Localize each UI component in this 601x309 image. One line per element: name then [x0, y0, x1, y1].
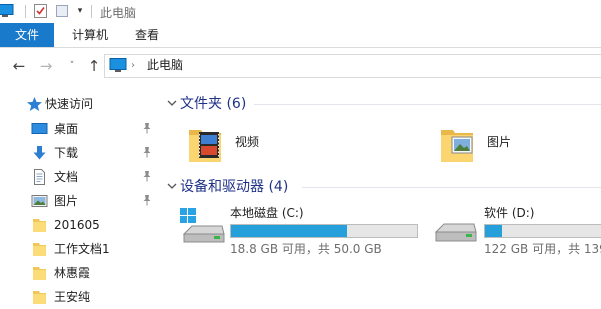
content-pane: 文件夹 (6) 视频 图片 设备和驱动器 (4) 本地磁盘 (C:) 18.8 … [160, 86, 601, 308]
new-folder-icon[interactable] [55, 4, 70, 18]
pin-icon[interactable] [142, 170, 152, 182]
drive-usage-fill [231, 225, 348, 237]
group-divider [302, 187, 601, 188]
collapse-chevron-icon[interactable] [166, 180, 178, 192]
windows-drive-icon [180, 208, 225, 243]
forward-arrow-icon[interactable]: → [38, 57, 54, 75]
group-title: 设备和驱动器 (4) [180, 179, 289, 195]
desktop-icon [31, 123, 48, 134]
navigation-bar: ← → ˅ ↑ › 此电脑 [0, 48, 601, 84]
sidebar-item-pictures[interactable]: 图片 [0, 189, 160, 213]
sidebar-item-desktop[interactable]: 桌面 [0, 117, 160, 141]
hard-drive-icon [434, 223, 477, 242]
drive-tile-c[interactable]: 本地磁盘 (C:) 18.8 GB 可用，共 50.0 GB [178, 206, 418, 258]
sidebar-item-folder-lin[interactable]: 林惠霞 [0, 261, 160, 285]
group-title: 文件夹 (6) [180, 96, 247, 112]
pin-icon[interactable] [142, 146, 152, 158]
drive-name: 本地磁盘 (C:) [230, 206, 304, 220]
group-header-folders[interactable]: 文件夹 (6) [160, 94, 601, 114]
breadcrumb-chevron-icon[interactable]: › [131, 58, 135, 73]
sidebar-item-downloads[interactable]: 下载 [0, 141, 160, 165]
videos-folder-icon [189, 130, 221, 162]
drive-usage-bar [230, 224, 418, 238]
toolbar-separator [25, 5, 26, 18]
back-arrow-icon[interactable]: ← [11, 57, 27, 75]
properties-icon[interactable] [33, 3, 48, 19]
sidebar-item-label: 林惠霞 [54, 266, 91, 280]
drive-name: 软件 (D:) [484, 206, 535, 220]
drive-usage-bar [484, 224, 601, 238]
pictures-folder-icon [441, 130, 473, 162]
ribbon-tabs: 文件 计算机 查看 [0, 23, 601, 48]
customize-toolbar-dropdown-icon[interactable]: ▾ [75, 6, 85, 16]
sidebar-item-quick-access[interactable]: 快速访问 [0, 92, 160, 116]
breadcrumb-this-pc[interactable]: 此电脑 [147, 58, 183, 73]
sidebar-item-label: 图片 [54, 194, 79, 208]
sidebar-item-documents[interactable]: 文档 [0, 165, 160, 189]
folder-name: 图片 [487, 135, 512, 149]
group-header-drives[interactable]: 设备和驱动器 (4) [160, 177, 601, 197]
sidebar-item-label: 文档 [54, 170, 79, 184]
recent-locations-chevron-icon[interactable]: ˅ [64, 57, 80, 75]
star-icon [27, 97, 42, 111]
toolbar-separator [91, 5, 92, 18]
sidebar-item-label: 快速访问 [45, 97, 94, 111]
pictures-icon [31, 195, 48, 207]
folder-tile-videos[interactable]: 视频 [187, 124, 387, 166]
download-icon [33, 146, 46, 160]
sidebar-item-label: 下载 [54, 146, 79, 160]
collapse-chevron-icon[interactable] [166, 97, 178, 109]
title-bar: ▾ 此电脑 [0, 0, 601, 23]
up-arrow-icon[interactable]: ↑ [86, 57, 102, 75]
sidebar-item-work-docs[interactable]: 工作文档1 [0, 237, 160, 261]
sidebar-item-folder-wang[interactable]: 王安纯 [0, 285, 160, 309]
documents-icon [34, 169, 45, 185]
folder-name: 视频 [235, 135, 260, 149]
tab-computer[interactable]: 计算机 [60, 23, 120, 47]
drive-free-space: 18.8 GB 可用，共 50.0 GB [230, 242, 382, 256]
drive-free-space: 122 GB 可用，共 139 GB [484, 242, 601, 256]
folder-icon [33, 219, 46, 232]
sidebar-item-label: 201605 [54, 218, 100, 232]
this-pc-app-icon[interactable] [0, 4, 14, 17]
tab-file[interactable]: 文件 [0, 23, 54, 47]
drive-tile-d[interactable]: 软件 (D:) 122 GB 可用，共 139 GB [432, 206, 601, 258]
this-pc-icon [109, 58, 127, 72]
folder-icon [33, 267, 46, 280]
pin-icon[interactable] [142, 122, 152, 134]
window-title: 此电脑 [100, 6, 137, 20]
navigation-pane: 快速访问 桌面 下载 文档 图片 201605 工作文档1 林惠霞 王安纯 [0, 86, 160, 308]
sidebar-item-201605[interactable]: 201605 [0, 213, 160, 237]
pin-icon[interactable] [142, 194, 152, 206]
drive-usage-fill [485, 225, 502, 237]
sidebar-item-label: 王安纯 [54, 290, 91, 304]
folder-icon [33, 243, 46, 256]
address-bar[interactable]: › 此电脑 [104, 54, 601, 78]
folder-icon [33, 291, 46, 304]
tab-view[interactable]: 查看 [126, 23, 168, 47]
sidebar-item-label: 工作文档1 [54, 242, 110, 256]
sidebar-item-label: 桌面 [54, 122, 79, 136]
folder-tile-pictures[interactable]: 图片 [439, 124, 599, 166]
group-divider [254, 104, 601, 105]
